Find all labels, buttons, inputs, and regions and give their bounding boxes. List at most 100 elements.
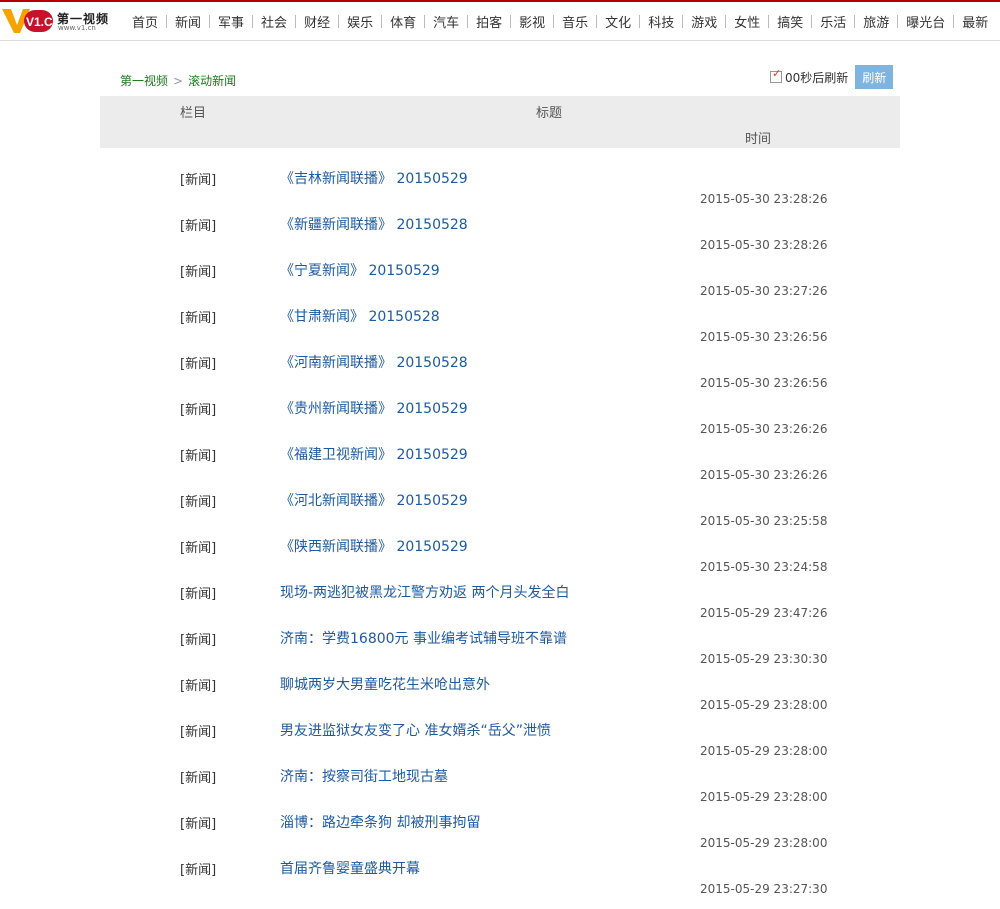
row-category: [新闻] — [180, 541, 217, 556]
table-row: [新闻] 《吉林新闻联播》 20150529 2015-05-30 23:28:26 — [0, 162, 1000, 208]
row-category: [新闻] — [180, 679, 217, 694]
nav-item-label: 娱乐 — [347, 15, 374, 31]
row-title-link[interactable]: 《宁夏新闻》 20150529 — [280, 260, 440, 280]
nav-item-7[interactable]: 汽车 — [425, 12, 469, 31]
nav-item-label: 最新 — [962, 15, 989, 31]
svg-text:V1.CN: V1.CN — [26, 15, 54, 29]
column-header-category: 栏目 — [180, 106, 207, 121]
nav-item-17[interactable]: 旅游 — [855, 12, 899, 31]
nav-item-label: 新闻 — [175, 15, 202, 31]
nav-item-8[interactable]: 拍客 — [468, 12, 512, 31]
site-url: www.v1.cn — [58, 24, 96, 32]
news-list: [新闻] 《吉林新闻联播》 20150529 2015-05-30 23:28:26… — [0, 162, 1000, 898]
table-row: [新闻] 淄博：路边牵条狗 却被刑事拘留 2015-05-29 23:28:00 — [0, 806, 1000, 852]
nav-item-3[interactable]: 社会 — [253, 12, 297, 31]
row-title-link[interactable]: 济南：学费16800元 事业编考试辅导班不靠谱 — [280, 628, 567, 648]
row-category: [新闻] — [180, 587, 217, 602]
row-timestamp: 2015-05-30 23:26:26 — [700, 422, 828, 436]
row-timestamp: 2015-05-30 23:28:26 — [700, 238, 828, 252]
refresh-button[interactable]: 刷新 — [855, 65, 894, 89]
row-title-link[interactable]: 《甘肃新闻》 20150528 — [280, 306, 440, 326]
breadcrumb-current-link[interactable]: 滚动新闻 — [188, 74, 236, 88]
row-title-link[interactable]: 现场-两逃犯被黑龙江警方劝返 两个月头发全白 — [280, 582, 570, 602]
row-title-link[interactable]: 《新疆新闻联播》 20150528 — [280, 214, 468, 234]
nav-item-label: 首页 — [132, 15, 159, 31]
nav-item-2[interactable]: 军事 — [210, 12, 254, 31]
row-category: [新闻] — [180, 771, 217, 786]
site-header: V1.CN 第一视频 www.v1.cn 首页新闻军事社会财经娱乐体育汽车拍客影… — [0, 2, 1000, 41]
row-category: [新闻] — [180, 265, 217, 280]
table-row: [新闻] 现场-两逃犯被黑龙江警方劝返 两个月头发全白 2015-05-29 23:… — [0, 576, 1000, 622]
row-timestamp: 2015-05-29 23:28:00 — [700, 744, 828, 758]
row-category: [新闻] — [180, 219, 217, 234]
breadcrumb-separator: > — [173, 74, 184, 88]
nav-item-label: 旅游 — [863, 15, 890, 31]
nav-item-6[interactable]: 体育 — [382, 12, 426, 31]
row-timestamp: 2015-05-29 23:28:00 — [700, 790, 828, 804]
row-category: [新闻] — [180, 495, 217, 510]
nav-item-14[interactable]: 女性 — [726, 12, 770, 31]
row-timestamp: 2015-05-29 23:27:30 — [700, 882, 828, 896]
row-title-link[interactable]: 《河北新闻联播》 20150529 — [280, 490, 468, 510]
nav-item-label: 体育 — [390, 15, 417, 31]
row-category: [新闻] — [180, 311, 217, 326]
nav-item-1[interactable]: 新闻 — [167, 12, 211, 31]
site-logo[interactable]: V1.CN 第一视频 www.v1.cn — [2, 7, 108, 35]
nav-item-label: 社会 — [261, 15, 288, 31]
nav-item-15[interactable]: 搞笑 — [769, 12, 813, 31]
breadcrumb-home-link[interactable]: 第一视频 — [120, 74, 168, 88]
row-title-link[interactable]: 《贵州新闻联播》 20150529 — [280, 398, 468, 418]
row-timestamp: 2015-05-29 23:28:00 — [700, 836, 828, 850]
nav-item-13[interactable]: 游戏 — [683, 12, 727, 31]
row-title-link[interactable]: 《陕西新闻联播》 20150529 — [280, 536, 468, 556]
row-category: [新闻] — [180, 817, 217, 832]
row-timestamp: 2015-05-29 23:28:00 — [700, 698, 828, 712]
nav-item-9[interactable]: 影视 — [511, 12, 555, 31]
table-row: [新闻] 《贵州新闻联播》 20150529 2015-05-30 23:26:26 — [0, 392, 1000, 438]
nav-item-label: 文化 — [605, 15, 632, 31]
nav-item-5[interactable]: 娱乐 — [339, 12, 383, 31]
row-category: [新闻] — [180, 863, 217, 878]
row-title-link[interactable]: 聊城两岁大男童吃花生米呛出意外 — [280, 674, 490, 694]
row-timestamp: 2015-05-30 23:28:26 — [700, 192, 828, 206]
row-title-link[interactable]: 济南：按察司街工地现古墓 — [280, 766, 448, 786]
row-category: [新闻] — [180, 725, 217, 740]
auto-refresh-control: ✓ 00秒后刷新 刷新 — [770, 65, 894, 89]
nav-item-label: 女性 — [734, 15, 761, 31]
row-category: [新闻] — [180, 449, 217, 464]
nav-item-label: 财经 — [304, 15, 331, 31]
row-title-link[interactable]: 《福建卫视新闻》 20150529 — [280, 444, 468, 464]
row-title-link[interactable]: 首届齐鲁婴童盛典开幕 — [280, 858, 420, 878]
nav-item-label: 影视 — [519, 15, 546, 31]
row-title-link[interactable]: 淄博：路边牵条狗 却被刑事拘留 — [280, 812, 480, 832]
nav-item-0[interactable]: 首页 — [124, 12, 168, 31]
main-nav: 首页 新闻 军事 社会 财经 娱乐 体育 汽车 拍客 影视 音乐 文化 科技 游戏 女性 搞笑 乐活 旅游 曝光台最… — [124, 2, 996, 40]
nav-item-label: 乐活 — [820, 15, 847, 31]
nav-item-4[interactable]: 财经 — [296, 12, 340, 31]
nav-item-10[interactable]: 音乐 — [554, 12, 598, 31]
table-row: [新闻] 聊城两岁大男童吃花生米呛出意外 2015-05-29 23:28:00 — [0, 668, 1000, 714]
row-timestamp: 2015-05-30 23:26:56 — [700, 376, 828, 390]
row-timestamp: 2015-05-30 23:24:58 — [700, 560, 828, 574]
row-timestamp: 2015-05-30 23:26:26 — [700, 468, 828, 482]
nav-item-11[interactable]: 文化 — [597, 12, 641, 31]
auto-refresh-checkbox[interactable]: ✓ — [770, 68, 782, 83]
table-row: [新闻] 《陕西新闻联播》 20150529 2015-05-30 23:24:58 — [0, 530, 1000, 576]
nav-item-16[interactable]: 乐活 — [812, 12, 856, 31]
table-row: [新闻] 《新疆新闻联播》 20150528 2015-05-30 23:28:26 — [0, 208, 1000, 254]
table-row: [新闻] 《甘肃新闻》 20150528 2015-05-30 23:26:56 — [0, 300, 1000, 346]
auto-refresh-label: 00秒后刷新 — [785, 70, 849, 85]
nav-item-label: 曝光台 — [906, 15, 946, 31]
row-title-link[interactable]: 《吉林新闻联播》 20150529 — [280, 168, 468, 188]
row-title-link[interactable]: 《河南新闻联播》 20150528 — [280, 352, 468, 372]
nav-item-label: 汽车 — [433, 15, 460, 31]
table-row: [新闻] 《河北新闻联播》 20150529 2015-05-30 23:25:58 — [0, 484, 1000, 530]
nav-item-12[interactable]: 科技 — [640, 12, 684, 31]
table-row: [新闻] 男友进监狱女友变了心 准女婿杀“岳父”泄愤 2015-05-29 23:2… — [0, 714, 1000, 760]
table-row: [新闻] 首届齐鲁婴童盛典开幕 2015-05-29 23:27:30 — [0, 852, 1000, 898]
nav-item-label: 拍客 — [476, 15, 503, 31]
row-title-link[interactable]: 男友进监狱女友变了心 准女婿杀“岳父”泄愤 — [280, 720, 551, 740]
nav-item-18[interactable]: 曝光台 — [898, 12, 955, 31]
nav-item-19[interactable]: 最新 — [954, 12, 996, 31]
table-row: [新闻] 《福建卫视新闻》 20150529 2015-05-30 23:26:26 — [0, 438, 1000, 484]
